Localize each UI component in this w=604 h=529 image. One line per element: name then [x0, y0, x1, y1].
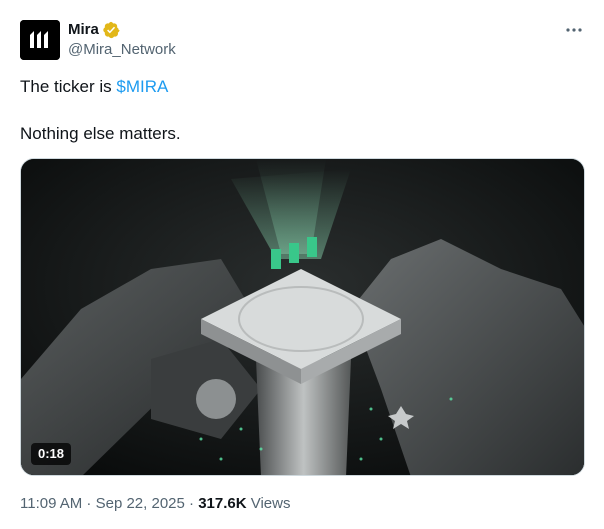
tweet-time[interactable]: 11:09 AM — [20, 495, 82, 512]
tweet-meta: 11:09 AM · Sep 22, 2025 · 317.6K Views — [20, 494, 291, 514]
tweet: Mira @Mira_Network The ticker is $MIRA N… — [0, 0, 604, 529]
video-player[interactable]: 0:18 — [20, 158, 585, 476]
author-name-row[interactable]: Mira — [68, 20, 120, 40]
author-handle[interactable]: @Mira_Network — [68, 41, 176, 59]
views-count: 317.6K — [198, 495, 247, 512]
tweet-text: The ticker is $MIRA Nothing else matters… — [20, 76, 181, 145]
views-label: Views — [246, 495, 291, 512]
cashtag-link[interactable]: $MIRA — [116, 77, 168, 96]
tweet-line-2: Nothing else matters. — [20, 124, 181, 143]
more-options-icon[interactable] — [564, 20, 584, 40]
mira-logo-icon — [20, 20, 60, 60]
gold-verified-badge-icon[interactable] — [102, 21, 120, 39]
meta-separator: · — [82, 495, 96, 512]
tweet-text-prefix: The ticker is — [20, 77, 117, 96]
tweet-line-1: The ticker is $MIRA — [20, 76, 181, 98]
video-duration: 0:18 — [31, 443, 72, 465]
tweet-date[interactable]: Sep 22, 2025 — [96, 495, 185, 512]
avatar[interactable] — [20, 20, 60, 60]
display-name[interactable]: Mira — [68, 20, 99, 40]
video-thumbnail — [21, 159, 584, 475]
meta-separator: · — [184, 495, 199, 512]
